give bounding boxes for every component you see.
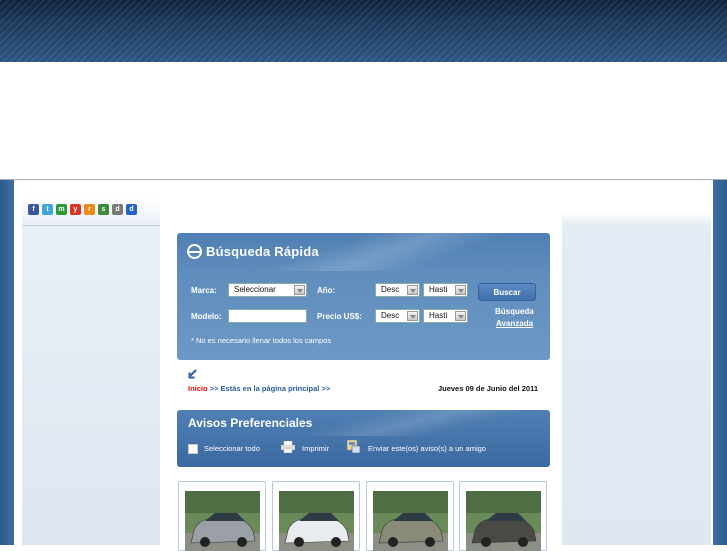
buscar-button[interactable]: Buscar (478, 283, 536, 301)
featured-ads-title: Avisos Preferenciales (188, 416, 313, 430)
chevron-down-icon (294, 285, 305, 295)
quick-search-panel: Búsqueda Rápida Marca: Seleccionar Año: … (177, 233, 550, 360)
precio-to-select[interactable]: Hasti (423, 309, 468, 323)
marca-select[interactable]: Seleccionar (228, 283, 307, 297)
current-date: Jueves 09 de Junio del 2011 (437, 384, 538, 393)
messenger-icon[interactable]: m (56, 204, 67, 215)
car-photo (279, 491, 354, 551)
car-photo (185, 491, 260, 551)
advanced-search-label: Búsqueda (495, 307, 534, 316)
twitter-icon[interactable]: t (42, 204, 53, 215)
car-thumbnail-2[interactable] (272, 481, 360, 551)
share-icon[interactable]: s (98, 204, 109, 215)
car-thumbnail-1[interactable] (178, 481, 266, 551)
modelo-label: Modelo: (191, 312, 222, 321)
featured-ads-panel: Avisos Preferenciales Seleccionar todo I… (177, 410, 550, 467)
breadcrumb-current: Estás en la página principal (220, 384, 320, 393)
anio-to-value: Hasti (429, 285, 448, 294)
send-to-friend-icon[interactable] (347, 440, 360, 453)
marca-select-value: Seleccionar (234, 285, 276, 294)
social-icons-bar: ftmyrsdd (28, 204, 137, 216)
car-photo (466, 491, 541, 551)
precio-label: Precio US$: (317, 312, 362, 321)
chevron-down-icon (407, 311, 418, 321)
anio-from-value: Desc (381, 285, 400, 294)
digg-icon[interactable]: d (112, 204, 123, 215)
anio-label: Año: (317, 286, 336, 295)
facebook-icon[interactable]: f (28, 204, 39, 215)
delicious-icon[interactable]: d (126, 204, 137, 215)
precio-from-select[interactable]: Desc (375, 309, 420, 323)
advanced-search-link[interactable]: Avanzada (496, 319, 533, 328)
precio-from-value: Desc (381, 311, 400, 320)
quick-search-title: Búsqueda Rápida (206, 244, 319, 259)
printer-icon[interactable] (281, 441, 295, 453)
sidebar-divider (22, 225, 160, 226)
breadcrumb-home-link[interactable]: Inicio (188, 384, 208, 393)
youtube-icon[interactable]: y (70, 204, 81, 215)
car-thumbnail-3[interactable] (366, 481, 454, 551)
anio-to-select[interactable]: Hasti (423, 283, 468, 297)
car-thumbnail-4[interactable] (459, 481, 547, 551)
print-link[interactable]: Imprimir (302, 444, 329, 453)
right-sidebar (562, 212, 711, 545)
top-header-bar (0, 0, 727, 62)
marca-label: Marca: (191, 286, 217, 295)
steering-wheel-icon (187, 244, 202, 259)
chevron-down-icon (455, 285, 466, 295)
rss-icon[interactable]: r (84, 204, 95, 215)
modelo-input[interactable] (228, 309, 307, 323)
search-note: * No es necesario llenar todos los campo… (191, 336, 332, 345)
car-photo (373, 491, 448, 551)
breadcrumb-separator: >> (209, 384, 219, 393)
breadcrumb: Inicio >> Estás en la página principal >… (188, 384, 330, 393)
select-all-label[interactable]: Seleccionar todo (204, 444, 260, 453)
left-sidebar (22, 198, 160, 545)
chevron-down-icon (455, 311, 466, 321)
chevron-down-icon (407, 285, 418, 295)
send-to-friend-link[interactable]: Enviar este(os) aviso(s) a un amigo (368, 444, 486, 453)
banner-area (0, 62, 727, 180)
breadcrumb-separator: >> (321, 384, 331, 393)
select-all-checkbox[interactable] (188, 444, 198, 454)
anio-from-select[interactable]: Desc (375, 283, 420, 297)
back-arrow-icon[interactable] (188, 369, 198, 379)
precio-to-value: Hasti (429, 311, 448, 320)
